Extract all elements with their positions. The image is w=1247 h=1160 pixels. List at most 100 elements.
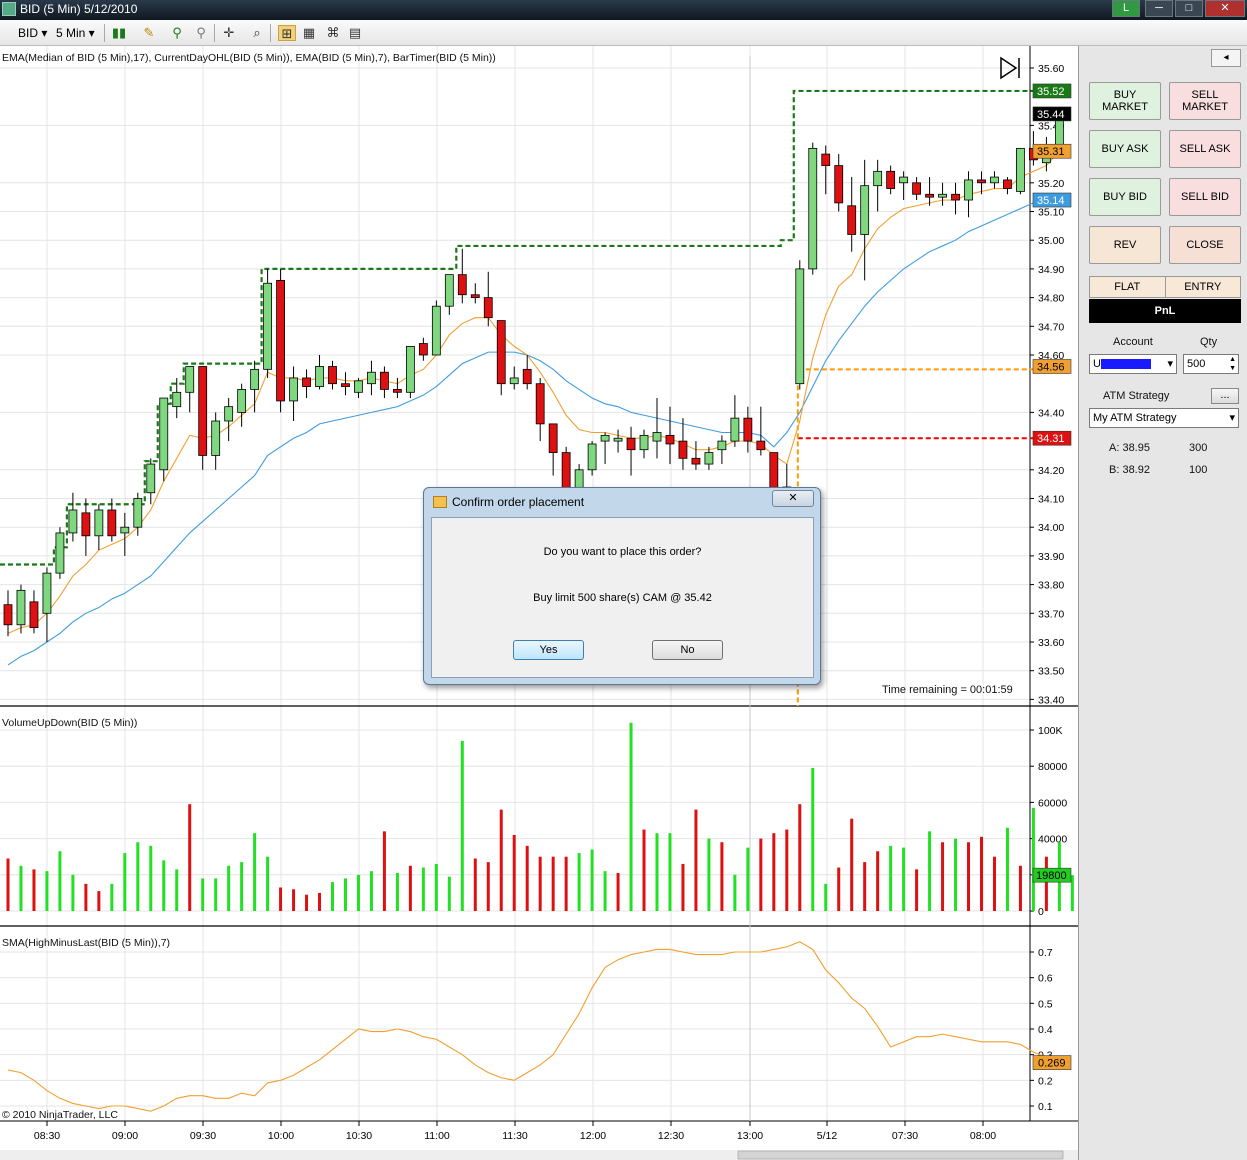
atm-options-button[interactable]: ... xyxy=(1211,388,1239,404)
volume-bar xyxy=(590,849,594,911)
volume-bar xyxy=(434,863,438,911)
price-tag-label: 34.31 xyxy=(1037,433,1065,445)
candle-body xyxy=(925,193,934,198)
price-tick-label: 34.40 xyxy=(1038,407,1064,419)
ask-price: A: 38.95 xyxy=(1109,442,1150,454)
candle-body xyxy=(873,170,883,187)
crosshair-icon[interactable]: ✛ xyxy=(220,25,238,41)
candle-body xyxy=(354,380,363,393)
time-tick-label: 09:30 xyxy=(190,1130,216,1142)
chevron-down-icon: ▾ xyxy=(1167,358,1173,370)
volume-bar xyxy=(305,894,309,911)
dialog-question: Do you want to place this order? xyxy=(543,546,702,558)
volume-bar xyxy=(772,833,776,911)
volume-bar xyxy=(227,865,231,911)
volume-bar xyxy=(525,845,529,911)
close-position-button[interactable]: CLOSE xyxy=(1169,226,1241,264)
price-tick-label: 34.70 xyxy=(1038,321,1064,333)
price-tick-label: 34.20 xyxy=(1038,465,1064,477)
properties-icon[interactable]: ▤ xyxy=(346,25,364,41)
candle-body xyxy=(29,601,39,629)
volume-bar xyxy=(668,833,672,911)
bar-type-icon[interactable]: ▮▮ xyxy=(110,25,128,41)
time-tick-label: 09:00 xyxy=(112,1130,138,1142)
buy-market-button[interactable]: BUY MARKET xyxy=(1089,82,1161,120)
stepper-arrows-icon[interactable]: ▲ ▼ xyxy=(1229,355,1236,373)
volume-last-label: 19800 xyxy=(1036,870,1067,882)
bid-price: B: 38.92 xyxy=(1109,464,1150,476)
chart-toolbar: BID ▾ 5 Min ▾ ▮▮ ✎ ⚲ ⚲ ✛ ⌕ ⊞ ▦ ⌘ ▤ xyxy=(0,20,1247,46)
candle-body xyxy=(496,320,506,385)
candle-body xyxy=(639,434,649,451)
volume-bar xyxy=(32,869,36,911)
volume-bar xyxy=(967,842,971,911)
volume-bar xyxy=(992,856,996,911)
no-button[interactable]: No xyxy=(652,640,723,660)
interval-selector[interactable]: 5 Min ▾ xyxy=(56,24,95,42)
confirm-order-dialog: Confirm order placement ✕ Do you want to… xyxy=(423,487,821,685)
volume-bar xyxy=(356,874,360,911)
volume-bar xyxy=(58,851,62,911)
candle-body xyxy=(717,440,727,451)
zoom-in-icon[interactable]: ⚲ xyxy=(168,25,186,41)
time-tick-label: 5/12 xyxy=(817,1130,838,1142)
time-tick-label: 07:30 xyxy=(892,1130,918,1142)
atm-strategy-select[interactable]: My ATM Strategy ▾ xyxy=(1089,408,1239,428)
sell-market-button[interactable]: SELL MARKET xyxy=(1169,82,1241,120)
sell-ask-button[interactable]: SELL ASK xyxy=(1169,130,1241,168)
close-window-button[interactable]: ✕ xyxy=(1205,0,1245,17)
volume-bar xyxy=(331,882,334,911)
buy-bid-button[interactable]: BUY BID xyxy=(1089,178,1161,216)
candle-body xyxy=(847,205,857,235)
volume-bar xyxy=(564,856,568,911)
chart-trader-icon[interactable]: ⊞ xyxy=(278,25,296,41)
candle-body xyxy=(808,147,818,270)
dialog-close-button[interactable]: ✕ xyxy=(772,490,814,507)
volume-bar xyxy=(603,871,607,911)
collapse-panel-icon[interactable]: ◂ xyxy=(1211,49,1241,67)
volume-bar xyxy=(681,863,685,911)
candle-body xyxy=(964,179,973,201)
order-entry-icon[interactable]: ▦ xyxy=(300,25,318,41)
candle-body xyxy=(860,185,870,235)
volume-bar xyxy=(1044,856,1048,911)
candle-body xyxy=(1016,147,1025,192)
time-tick-label: 12:00 xyxy=(580,1130,606,1142)
sma-tick-label: 0.1 xyxy=(1038,1101,1053,1113)
maximize-button[interactable]: □ xyxy=(1175,0,1203,17)
indicators-icon[interactable]: ⌘ xyxy=(324,25,342,41)
volume-tick-label: 40000 xyxy=(1038,834,1067,846)
zoom-out-icon[interactable]: ⚲ xyxy=(192,25,210,41)
horizontal-scrollbar-thumb[interactable] xyxy=(737,1150,1064,1160)
sma-last-label: 0.269 xyxy=(1038,1058,1066,1070)
sell-bid-button[interactable]: SELL BID xyxy=(1169,178,1241,216)
yes-button[interactable]: Yes xyxy=(513,640,584,660)
volume-bar xyxy=(837,867,841,911)
qty-label: Qty xyxy=(1200,336,1218,348)
instrument-selector[interactable]: BID ▾ xyxy=(18,24,47,42)
candle-body xyxy=(250,368,260,390)
minimize-button[interactable]: ─ xyxy=(1145,0,1173,17)
candle-body xyxy=(107,509,117,537)
search-icon[interactable]: ⌕ xyxy=(248,25,266,41)
volume-bar xyxy=(824,883,828,911)
candle-body xyxy=(613,437,623,442)
price-tick-label: 34.10 xyxy=(1038,494,1064,506)
reverse-button[interactable]: REV xyxy=(1089,226,1161,264)
atm-strategy-value: My ATM Strategy xyxy=(1093,412,1177,424)
volume-bar xyxy=(240,862,244,911)
quantity-stepper[interactable]: 500 ▲ ▼ xyxy=(1183,354,1239,374)
link-button[interactable]: L xyxy=(1112,0,1140,17)
account-select[interactable]: U ▾ xyxy=(1089,354,1177,374)
time-tick-label: 11:00 xyxy=(424,1130,450,1142)
buy-ask-button[interactable]: BUY ASK xyxy=(1089,130,1161,168)
candle-body xyxy=(55,532,65,574)
window-title: BID (5 Min) 5/12/2010 xyxy=(20,2,138,16)
draw-pencil-icon[interactable]: ✎ xyxy=(140,25,158,41)
volume-bar xyxy=(720,842,724,911)
candle-body xyxy=(120,526,130,534)
candle-body xyxy=(990,176,999,184)
sma-tick-label: 0.5 xyxy=(1038,998,1053,1010)
flat-label: FLAT xyxy=(1090,277,1166,297)
volume-bar xyxy=(279,887,283,911)
